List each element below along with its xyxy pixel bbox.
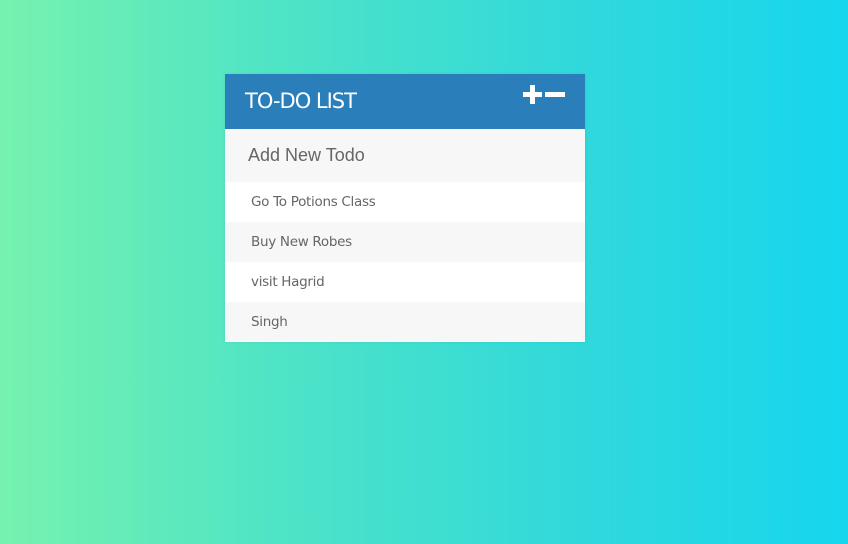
todo-item[interactable]: Buy New Robes: [225, 222, 585, 262]
todo-list: Go To Potions Class Buy New Robes visit …: [225, 182, 585, 342]
todo-header: TO-DO LIST: [225, 74, 585, 129]
todo-item[interactable]: visit Hagrid: [225, 262, 585, 302]
todo-item[interactable]: Singh: [225, 302, 585, 342]
app-title: TO-DO LIST: [245, 89, 357, 113]
toggle-add-form-button[interactable]: [523, 84, 567, 106]
plus-minus-icon: [523, 85, 565, 104]
add-todo-row: [225, 129, 585, 182]
todo-item[interactable]: Go To Potions Class: [225, 182, 585, 222]
add-todo-input[interactable]: [225, 129, 585, 182]
todo-card: TO-DO LIST Go To Potions Class Buy New R…: [225, 74, 585, 342]
